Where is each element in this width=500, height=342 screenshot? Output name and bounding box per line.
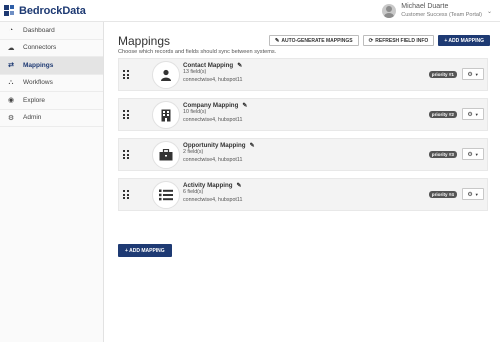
mapping-systems: connectwise4, hubspot11	[183, 196, 243, 203]
mapping-settings-button[interactable]: ⚙ ▼	[462, 148, 484, 160]
caret-down-icon: ▼	[474, 71, 479, 77]
edit-pencil-icon[interactable]: ✎	[242, 102, 247, 109]
building-icon	[152, 101, 180, 129]
drag-handle-icon[interactable]	[123, 190, 130, 200]
gear-icon: ⚙	[467, 191, 473, 198]
mapping-row[interactable]: Contact Mapping ✎ 13 field(s) connectwise…	[118, 58, 488, 91]
sidebar-item-dashboard[interactable]: ◔ Dashboard	[0, 22, 103, 40]
mapping-name[interactable]: Contact Mapping	[183, 62, 233, 69]
sidebar: ◔ Dashboard ☁ Connectors ⇄ Mappings ⛬ Wo…	[0, 22, 104, 342]
main-content: Mappings Choose which records and fields…	[118, 30, 490, 257]
edit-pencil-icon[interactable]: ✎	[237, 62, 242, 69]
add-mapping-button[interactable]: + ADD MAPPING	[438, 35, 490, 46]
mapping-field-count: 13 field(s)	[183, 69, 207, 75]
dashboard-icon: ◔	[8, 26, 14, 34]
user-name: Michael Duarte	[401, 3, 449, 10]
caret-down-icon: ▼	[474, 111, 479, 117]
mapping-field-count: 2 field(s)	[183, 149, 204, 155]
sidebar-item-label: Workflows	[23, 79, 53, 87]
user-icon	[152, 61, 180, 89]
brand-logo[interactable]: BedrockData	[4, 3, 86, 19]
sidebar-item-admin[interactable]: ⚙ Admin	[0, 110, 103, 127]
page-subtitle: Choose which records and fields should s…	[118, 49, 277, 55]
toolbar: ✎ AUTO-GENERATE MAPPINGS ⟳ REFRESH FIELD…	[268, 35, 490, 46]
priority-badge: priority #1	[428, 71, 457, 78]
sidebar-item-label: Admin	[23, 114, 42, 122]
drag-handle-icon[interactable]	[123, 110, 130, 120]
pencil-icon: ✎	[274, 37, 280, 44]
logo-icon	[4, 5, 16, 17]
sidebar-item-label: Dashboard	[23, 26, 55, 34]
avatar	[382, 4, 397, 18]
sidebar-item-workflows[interactable]: ⛬ Workflows	[0, 75, 103, 92]
chevron-down-icon[interactable]: ⌄	[487, 8, 492, 15]
mapping-name[interactable]: Opportunity Mapping	[183, 142, 246, 149]
mapping-name[interactable]: Company Mapping	[183, 102, 238, 109]
gear-icon: ⚙	[467, 71, 473, 78]
drag-handle-icon[interactable]	[123, 150, 130, 160]
mapping-field-count: 10 field(s)	[183, 109, 207, 115]
sidebar-item-label: Mappings	[23, 61, 54, 69]
auto-generate-mappings-button[interactable]: ✎ AUTO-GENERATE MAPPINGS	[268, 35, 359, 46]
sidebar-item-connectors[interactable]: ☁ Connectors	[0, 40, 103, 57]
user-menu[interactable]: Michael Duarte Customer Success (Team Po…	[382, 2, 492, 20]
mapping-systems: connectwise4, hubspot11	[183, 76, 243, 83]
sitemap-icon: ⛬	[8, 78, 14, 86]
caret-down-icon: ▼	[474, 191, 479, 197]
cloud-icon: ☁	[7, 44, 15, 52]
refresh-icon: ⟳	[368, 37, 374, 44]
priority-badge: priority #3	[428, 151, 457, 158]
eye-icon: ◉	[7, 97, 15, 105]
gear-icon: ⚙	[7, 114, 15, 122]
priority-badge: priority #2	[428, 111, 457, 118]
gear-icon: ⚙	[467, 111, 473, 118]
gear-icon: ⚙	[467, 151, 473, 158]
briefcase-icon	[152, 141, 180, 169]
brand-name: BedrockData	[19, 5, 86, 17]
mapping-row[interactable]: Company Mapping ✎ 10 field(s) connectwise…	[118, 98, 488, 131]
top-bar: BedrockData Michael Duarte Customer Succ…	[0, 0, 500, 22]
sidebar-item-explore[interactable]: ◉ Explore	[0, 92, 103, 110]
mapping-systems: connectwise4, hubspot11	[183, 156, 243, 163]
sidebar-item-label: Explore	[23, 96, 46, 104]
caret-down-icon: ▼	[474, 151, 479, 157]
mapping-systems: connectwise4, hubspot11	[183, 116, 243, 123]
list-icon	[152, 181, 180, 209]
sidebar-item-label: Connectors	[23, 44, 57, 52]
exchange-icon: ⇄	[8, 62, 14, 70]
mapping-settings-button[interactable]: ⚙ ▼	[462, 188, 484, 200]
priority-badge: priority #4	[428, 191, 457, 198]
edit-pencil-icon[interactable]: ✎	[250, 142, 255, 149]
edit-pencil-icon[interactable]: ✎	[237, 182, 242, 189]
mapping-settings-button[interactable]: ⚙ ▼	[462, 68, 484, 80]
mapping-row[interactable]: Opportunity Mapping ✎ 2 field(s) connectw…	[118, 138, 488, 171]
sidebar-item-mappings[interactable]: ⇄ Mappings	[0, 57, 103, 75]
mapping-row[interactable]: Activity Mapping ✎ 6 field(s) connectwise…	[118, 178, 488, 211]
user-role: Customer Success (Team Portal)	[401, 12, 482, 18]
drag-handle-icon[interactable]	[123, 70, 130, 80]
add-mapping-bottom-button[interactable]: + ADD MAPPING	[118, 244, 172, 257]
mapping-name[interactable]: Activity Mapping	[183, 182, 233, 189]
mapping-field-count: 6 field(s)	[183, 189, 204, 195]
mapping-settings-button[interactable]: ⚙ ▼	[462, 108, 484, 120]
mapping-list: Contact Mapping ✎ 13 field(s) connectwise…	[118, 58, 488, 218]
refresh-field-info-button[interactable]: ⟳ REFRESH FIELD INFO	[362, 35, 435, 46]
